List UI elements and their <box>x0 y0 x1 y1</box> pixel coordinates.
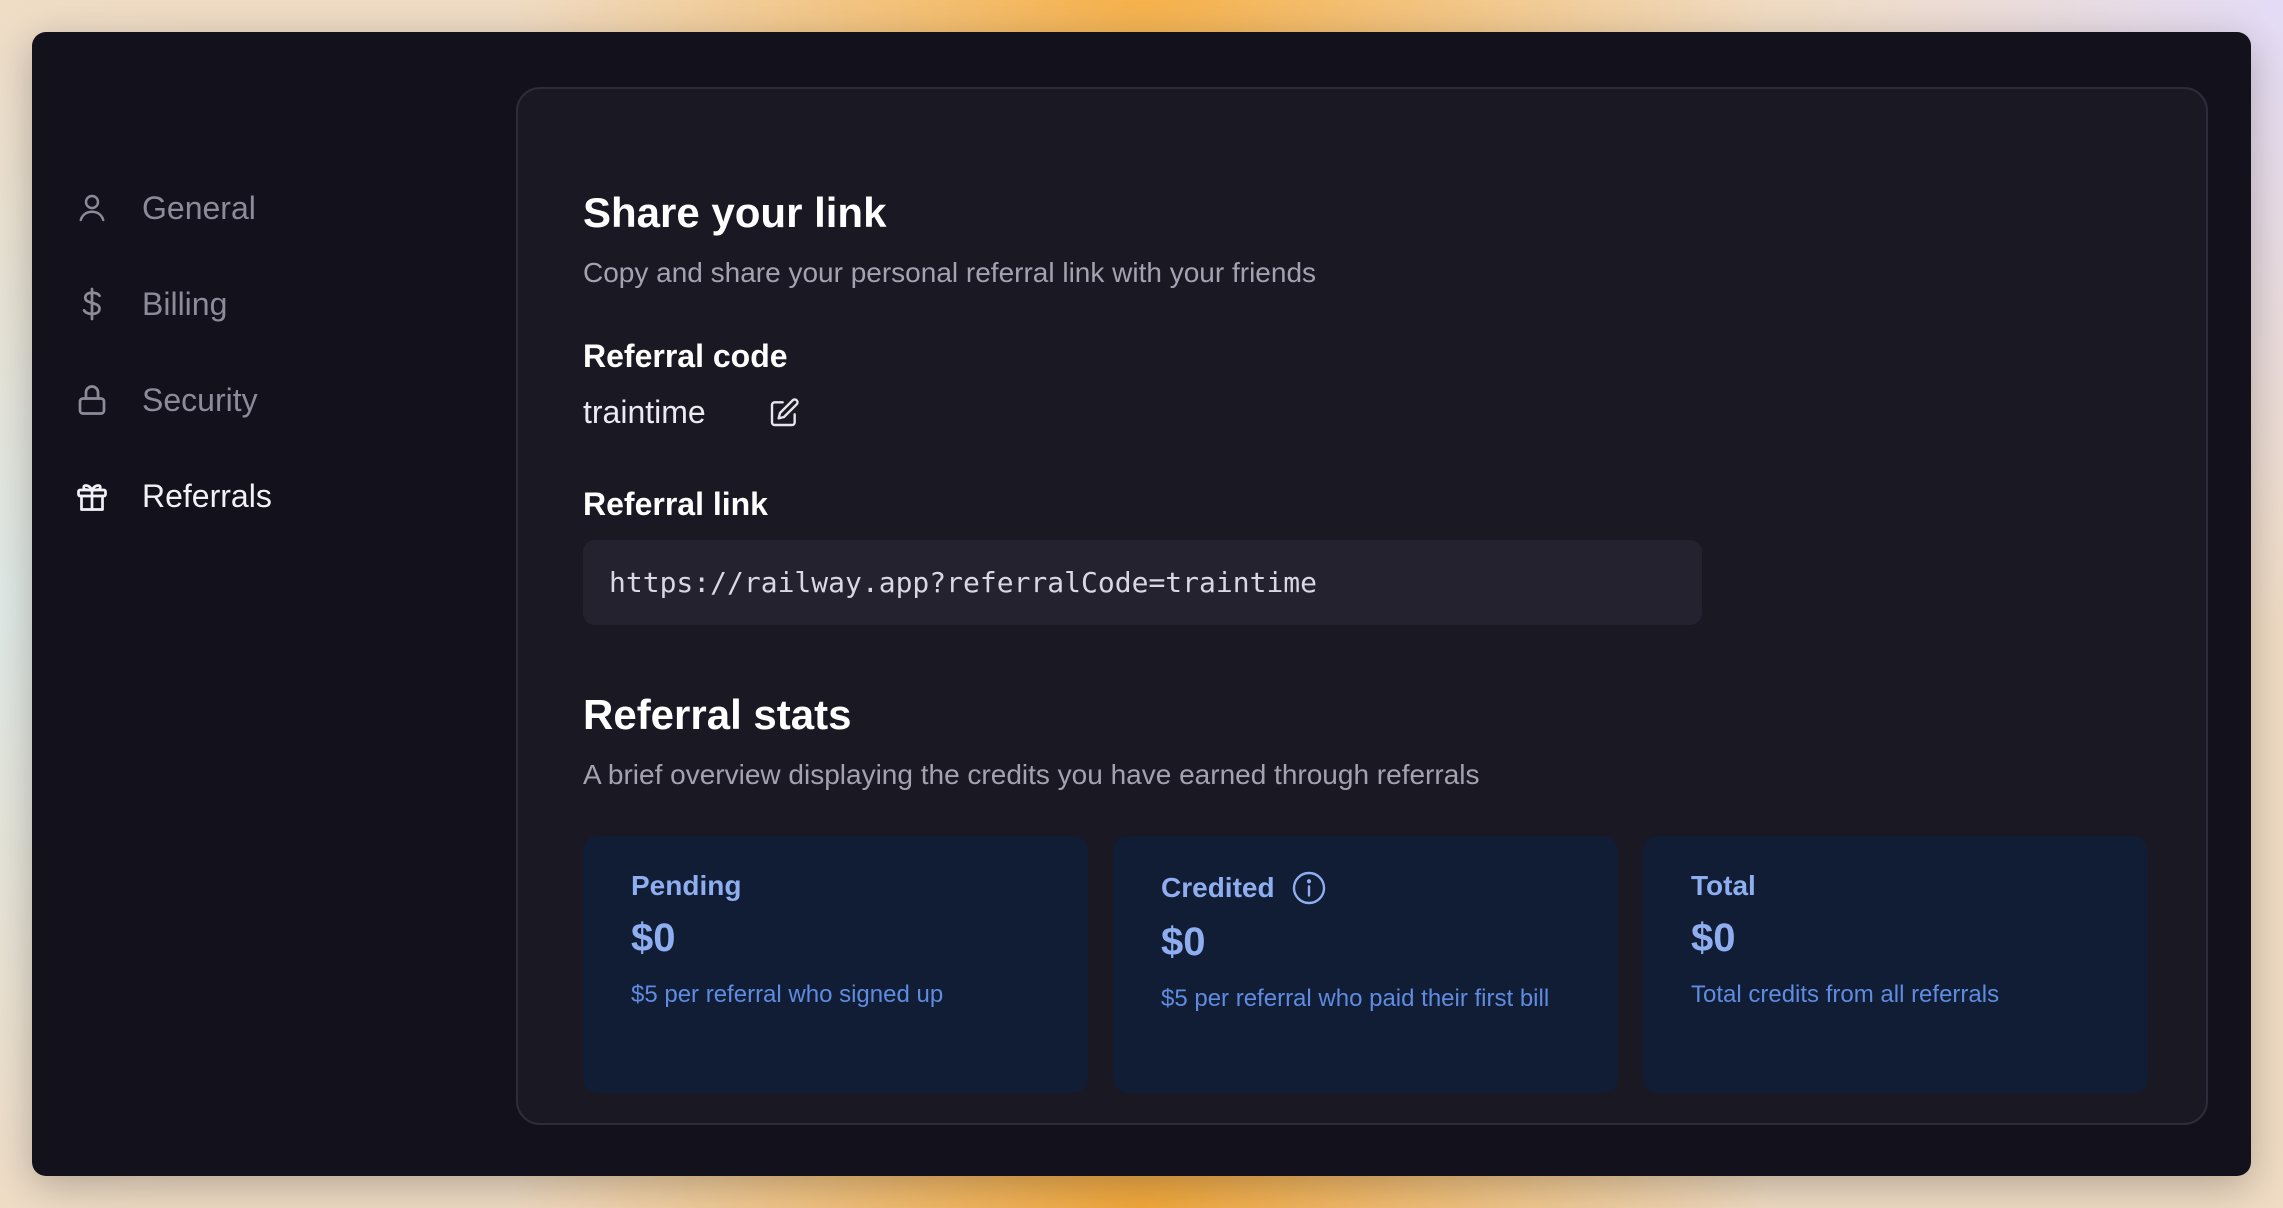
user-icon <box>72 188 112 228</box>
stat-card-pending: Pending $0 $5 per referral who signed up <box>583 836 1088 1093</box>
referral-code-label: Referral code <box>583 338 788 374</box>
gift-icon <box>72 476 112 516</box>
settings-window: General Billing Security Referrals Share… <box>32 32 2251 1176</box>
lock-icon <box>72 380 112 420</box>
sidebar-item-label: General <box>142 189 256 226</box>
stats-cards: Pending $0 $5 per referral who signed up… <box>583 836 2148 1093</box>
stat-card-credited: Credited $0 $5 per referral who paid the… <box>1113 836 1618 1093</box>
dollar-icon <box>72 284 112 324</box>
stat-card-title-row: Credited <box>1161 870 1570 906</box>
sidebar: General Billing Security Referrals <box>72 160 472 544</box>
referral-code-row: traintime <box>583 394 802 431</box>
stat-card-title: Pending <box>631 870 742 901</box>
sidebar-item-label: Billing <box>142 285 228 322</box>
sidebar-item-security[interactable]: Security <box>72 352 472 448</box>
stat-card-note: $5 per referral who paid their first bil… <box>1161 985 1550 1012</box>
stat-card-note: $5 per referral who signed up <box>631 981 944 1008</box>
stat-card-value: $0 <box>631 916 676 960</box>
stat-card-value: $0 <box>1161 920 1206 964</box>
sidebar-item-billing[interactable]: Billing <box>72 256 472 352</box>
edit-icon <box>770 397 799 426</box>
referrals-panel: Share your link Copy and share your pers… <box>516 87 2208 1125</box>
stat-card-total: Total $0 Total credits from all referral… <box>1643 836 2148 1093</box>
edit-referral-code-button[interactable] <box>766 395 802 431</box>
referral-link-value: https://railway.app?referralCode=trainti… <box>609 566 1318 599</box>
sidebar-item-label: Security <box>142 381 258 418</box>
sidebar-item-label: Referrals <box>142 477 272 514</box>
stat-card-note: Total credits from all referrals <box>1691 981 2000 1008</box>
stat-card-title: Credited <box>1161 872 1275 903</box>
referral-link-field[interactable]: https://railway.app?referralCode=trainti… <box>583 540 1702 625</box>
stats-description: A brief overview displaying the credits … <box>583 759 1480 790</box>
share-description: Copy and share your personal referral li… <box>583 257 1317 288</box>
sidebar-item-general[interactable]: General <box>72 160 472 256</box>
referral-link-label: Referral link <box>583 486 768 522</box>
referral-code-value: traintime <box>583 394 706 430</box>
info-icon[interactable] <box>1291 870 1327 906</box>
sidebar-item-referrals[interactable]: Referrals <box>72 448 472 544</box>
stats-title: Referral stats <box>583 691 852 738</box>
share-title: Share your link <box>583 189 887 236</box>
stat-card-value: $0 <box>1691 916 1736 960</box>
stat-card-title: Total <box>1691 870 1756 901</box>
